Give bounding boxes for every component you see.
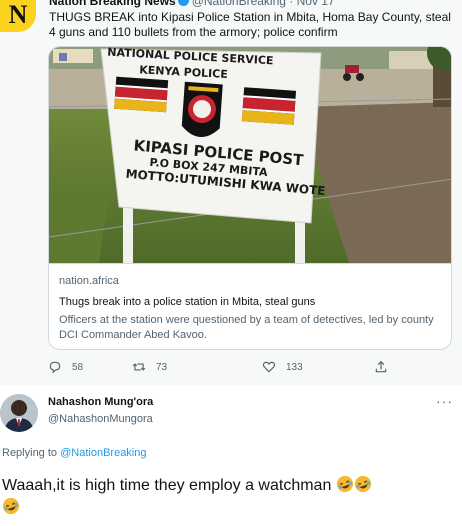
card-title: Thugs break into a police station in Mbi… — [59, 296, 316, 308]
retweet-count: 73 — [156, 361, 168, 373]
quoted-tweet[interactable]: N Nation Breaking News @NationBreaking · … — [0, 0, 462, 385]
card-domain: nation.africa — [59, 275, 119, 287]
like-icon — [262, 361, 276, 373]
author-handle[interactable]: @NationBreaking — [192, 0, 286, 8]
laughing-emoji-icon — [354, 475, 371, 493]
tweet-text: THUGS BREAK into Kipasi Police Station i… — [49, 10, 451, 39]
replying-to-label: Replying to — [2, 447, 58, 459]
reply-author-name[interactable]: Nahashon Mung'ora — [48, 396, 153, 408]
laughing-emoji-icon — [2, 497, 20, 515]
reply-author-handle[interactable]: @NahashonMungora — [48, 413, 153, 425]
tweet-header: Nation Breaking News @NationBreaking · No… — [49, 0, 335, 8]
author-name[interactable]: Nation Breaking News — [49, 0, 176, 8]
reply-tweet[interactable]: Nahashon Mung'ora @NahashonMungora ··· R… — [0, 385, 462, 526]
share-icon — [375, 360, 387, 373]
reply-text: Waaah,it is high time they employ a watc… — [2, 477, 332, 494]
replying-to-mention[interactable]: @NationBreaking — [60, 447, 146, 459]
like-count: 133 — [286, 361, 303, 373]
link-card[interactable]: NATIONAL POLICE SERVICE KENYA POLICE KIP… — [48, 46, 452, 350]
card-meta[interactable]: nation.africa Thugs break into a police … — [49, 263, 451, 349]
reply-icon — [49, 361, 61, 374]
retweet-icon — [132, 363, 146, 371]
reply-count: 58 — [72, 361, 84, 373]
laughing-emoji-icon — [336, 475, 353, 493]
replying-to: Replying to @NationBreaking — [2, 447, 147, 459]
share-button[interactable] — [374, 358, 398, 376]
tweet-actions: 58 73 133 — [48, 358, 452, 378]
reply-text-block: Waaah,it is high time they employ a watc… — [2, 475, 457, 519]
nation-breaking-avatar[interactable]: N — [0, 0, 36, 32]
reply-button[interactable]: 58 — [48, 358, 83, 376]
verified-icon — [177, 0, 189, 6]
card-image[interactable]: NATIONAL POLICE SERVICE KENYA POLICE KIP… — [49, 47, 451, 263]
avatar[interactable] — [0, 394, 38, 432]
card-description: Officers at the station were questioned … — [59, 314, 434, 341]
more-options-button[interactable]: ··· — [436, 393, 453, 409]
tweet-date[interactable]: Nov 17 — [297, 0, 335, 8]
like-button[interactable]: 133 — [262, 358, 303, 376]
retweet-button[interactable]: 73 — [132, 358, 167, 376]
